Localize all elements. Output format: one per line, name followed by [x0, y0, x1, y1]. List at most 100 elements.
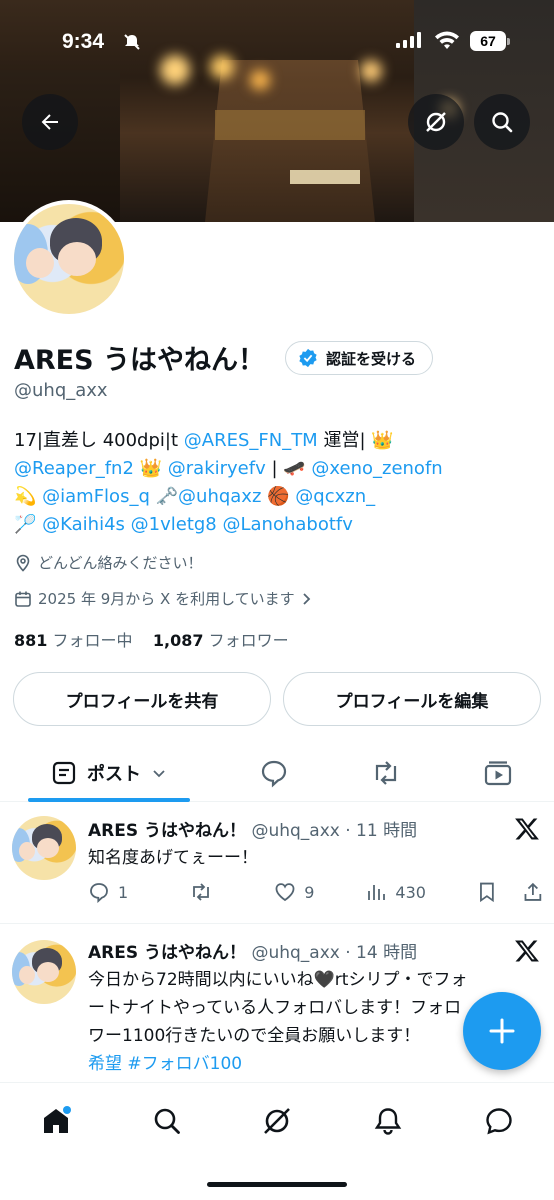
repost-icon — [193, 883, 209, 901]
bio-mention-link[interactable]: @Kaihi4s — [42, 514, 125, 535]
post-meta: @uhq_axx · 14 時間 — [251, 943, 418, 963]
post-header: ARES うはやねん！ @uhq_axx · 11 時間 — [88, 816, 417, 841]
bio-mention-link[interactable]: @uhqaxz — [178, 486, 261, 507]
post-text: 知名度あげてぇーー！ — [88, 848, 258, 868]
view-count: 430 — [395, 882, 426, 902]
post-author-name[interactable]: ARES うはやねん！ — [88, 943, 246, 963]
bio-text: 💫 — [14, 486, 43, 507]
reply-button[interactable]: 1 — [88, 881, 189, 903]
bookmark-icon[interactable] — [476, 881, 498, 903]
post-author-name[interactable]: ARES うはやねん！ — [88, 821, 246, 841]
repost-icon — [375, 761, 397, 785]
search-button[interactable] — [474, 94, 530, 150]
chevron-right-icon — [302, 592, 310, 605]
post-text-line: 今日から72時間以内にいいね🖤rtシリプ・でフォ — [88, 970, 468, 990]
reply-count: 1 — [118, 882, 129, 902]
verified-badge-icon — [299, 348, 317, 368]
x-logo-icon[interactable] — [514, 938, 540, 964]
followers-link[interactable]: 1,087 フォロワー — [153, 631, 289, 650]
status-time: 9:34 — [62, 30, 105, 53]
bio-mention-link[interactable]: @1vletg8 — [131, 514, 217, 535]
post-meta: @uhq_axx · 11 時間 — [251, 821, 418, 841]
cellular-signal-icon — [396, 32, 421, 48]
home-icon — [44, 1106, 71, 1133]
get-verified-button[interactable]: 認証を受ける — [285, 341, 434, 375]
battery-icon: 67 — [470, 31, 506, 51]
profile-joined[interactable]: 2025 年 9月から X を利用しています — [14, 588, 313, 609]
profile-tabs: ポスト — [0, 744, 554, 802]
bio-mention-link[interactable]: @qcxzn_ — [295, 486, 375, 507]
tab-media[interactable] — [472, 744, 524, 802]
bio-text: 🏀 — [261, 486, 296, 507]
nav-grok[interactable] — [257, 1101, 297, 1141]
bio-mention-link[interactable]: @ARES_FN_TM — [184, 430, 318, 451]
location-text: どんどん絡みください！ — [38, 554, 203, 572]
nav-messages[interactable] — [479, 1101, 519, 1141]
followers-label: フォロワー — [208, 631, 289, 650]
grok-icon — [264, 1108, 290, 1134]
like-count: 9 — [304, 882, 315, 902]
views-button[interactable]: 430 — [365, 881, 468, 903]
followers-count: 1,087 — [152, 631, 204, 650]
back-button[interactable] — [22, 94, 78, 150]
bio-mention-link[interactable]: @xeno_zenofn — [311, 458, 442, 479]
chevron-down-icon — [153, 770, 165, 778]
bio-mention-link[interactable]: @Lanohabotfv — [223, 514, 353, 535]
post-text-line: ートナイトやっている人フォロバします！フォロ — [88, 998, 462, 1018]
calendar-icon — [15, 591, 31, 607]
profile-location: どんどん絡みください！ — [14, 552, 203, 573]
tab-replies[interactable] — [248, 744, 300, 802]
home-indicator — [207, 1182, 347, 1187]
wifi-icon — [435, 31, 459, 49]
bell-icon — [374, 1108, 402, 1135]
x-logo-icon[interactable] — [514, 816, 540, 842]
share-icon[interactable] — [522, 881, 544, 903]
profile-handle: @uhq_axx — [14, 380, 108, 401]
like-button[interactable]: 9 — [274, 881, 365, 903]
post-item[interactable]: ARES うはやねん！ @uhq_axx · 11 時間 知名度あげてぇーー！ … — [0, 802, 554, 924]
following-count: 881 — [14, 631, 48, 650]
post-item[interactable]: ARES うはやねん！ @uhq_axx · 14 時間 今日から72時間以内に… — [0, 924, 554, 1084]
grok-button[interactable] — [408, 94, 464, 150]
views-chart-icon — [368, 885, 386, 900]
nav-search[interactable] — [147, 1101, 187, 1141]
bio-mention-link[interactable]: @iamFlos_q — [42, 486, 150, 507]
post-text: 今日から72時間以内にいいね🖤rtシリプ・でフォ ートナイトやっている人フォロバ… — [88, 966, 528, 1078]
joined-text: 2025 年 9月から X を利用しています — [38, 590, 295, 608]
follow-stats: 881 フォロー中 1,087 フォロワー — [14, 627, 289, 651]
compose-post-button[interactable] — [463, 992, 541, 1070]
following-link[interactable]: 881 フォロー中 — [14, 631, 133, 650]
grok-icon — [426, 112, 446, 132]
profile-avatar[interactable] — [10, 200, 128, 318]
plus-icon — [489, 1018, 515, 1044]
nav-notifications[interactable] — [368, 1101, 408, 1141]
tab-posts[interactable]: ポスト — [28, 744, 190, 802]
display-name: ARES うはやねん！ — [14, 345, 265, 376]
status-bar: 9:34 67 — [0, 0, 554, 84]
bio-text: 17|直差し 400dpi|t — [14, 430, 184, 451]
arrow-left-icon — [41, 114, 58, 130]
bio-text: 🗝️ — [149, 486, 179, 507]
post-actions: 1 9 430 — [88, 880, 544, 904]
bio-text: 🏸 — [14, 514, 43, 535]
bio-mention-link[interactable]: @Reaper_fn2 — [14, 458, 134, 479]
bio-mention-link[interactable]: @rakiryefv — [168, 458, 266, 479]
share-profile-button[interactable]: プロフィールを共有 — [13, 672, 271, 726]
repost-button[interactable] — [189, 881, 274, 903]
post-list-icon — [52, 761, 76, 785]
reply-icon — [90, 883, 108, 903]
profile-bio: 17|直差し 400dpi|t @ARES_FN_TM 運営| 👑 @Reape… — [14, 427, 544, 539]
get-verified-label: 認証を受ける — [326, 349, 417, 368]
post-hashtags[interactable]: 希望 #フォロバ100 — [88, 1050, 528, 1078]
post-avatar[interactable] — [12, 940, 76, 1004]
video-tab-icon — [484, 761, 512, 786]
edit-profile-button[interactable]: プロフィールを編集 — [283, 672, 541, 726]
post-header: ARES うはやねん！ @uhq_axx · 14 時間 — [88, 938, 417, 963]
reply-bubble-icon — [261, 760, 287, 788]
following-label: フォロー中 — [52, 631, 133, 650]
post-avatar[interactable] — [12, 816, 76, 880]
heart-icon — [275, 883, 295, 902]
bio-text: 運営| 👑 — [317, 430, 394, 451]
tab-reposts[interactable] — [360, 744, 412, 802]
nav-home[interactable] — [36, 1101, 76, 1141]
